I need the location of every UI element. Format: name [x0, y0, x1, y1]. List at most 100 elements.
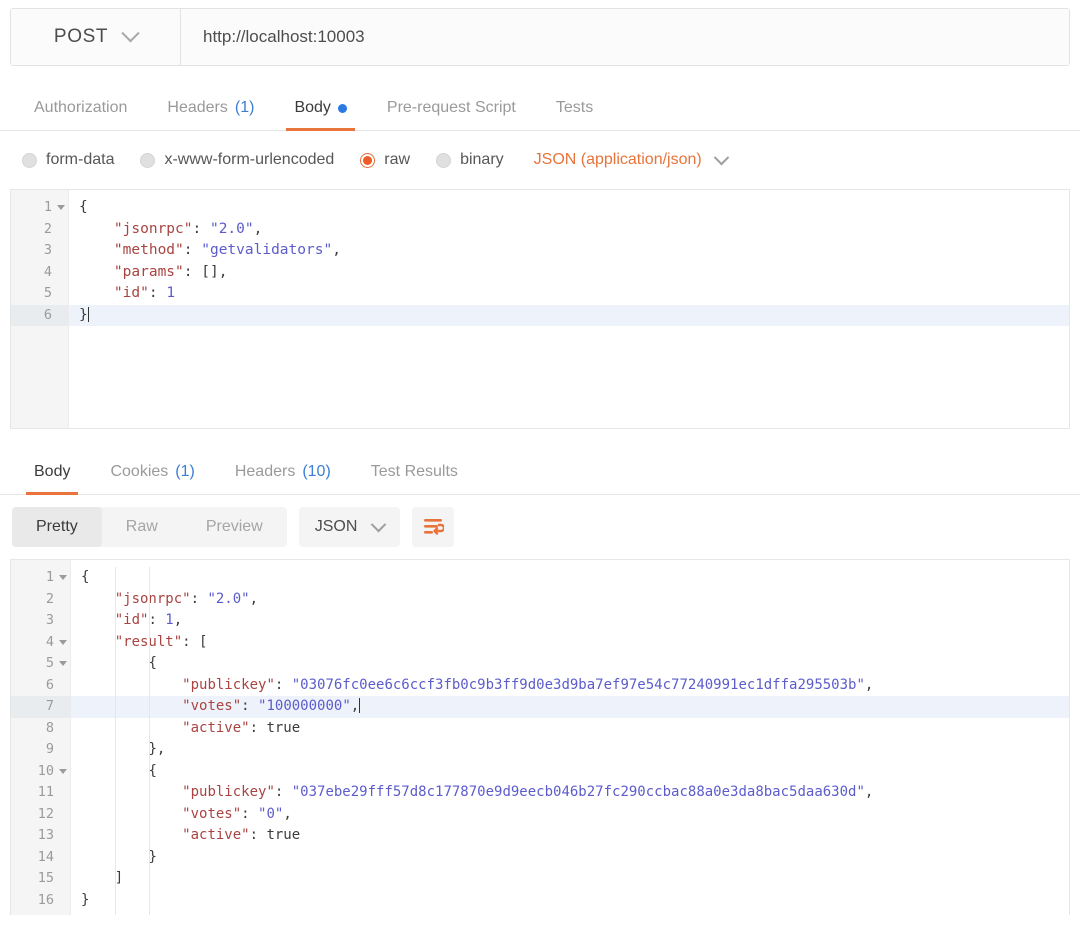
code-line: "publickey": "03076fc0ee6c6ccf3fb0c9b3ff… — [71, 675, 1069, 697]
http-method-dropdown[interactable]: POST — [11, 9, 181, 65]
response-tab-body[interactable]: Body — [14, 463, 90, 495]
line-number: 5 — [43, 285, 52, 301]
response-view-raw[interactable]: Raw — [102, 507, 182, 547]
code-token: { — [79, 199, 88, 215]
code-token: "publickey" — [182, 676, 275, 693]
code-token: : — [183, 263, 202, 280]
fold-arrow-icon[interactable] — [59, 661, 67, 666]
line-number: 9 — [45, 741, 54, 757]
code-token: "037ebe29fff57d8c177870e9d9eecb046b27fc2… — [291, 784, 865, 800]
body-type-label: form-data — [46, 151, 115, 168]
code-line: }, — [71, 739, 1069, 761]
word-wrap-toggle-button[interactable] — [412, 507, 455, 547]
code-token: }, — [148, 741, 166, 757]
text-cursor — [359, 698, 361, 713]
code-token: "votes" — [182, 698, 242, 714]
request-url-input[interactable] — [181, 9, 1069, 65]
request-tab-headers[interactable]: Headers (1) — [147, 99, 274, 130]
line-number: 10 — [11, 761, 70, 783]
response-tab-test-results[interactable]: Test Results — [351, 463, 478, 494]
code-token: "params" — [113, 263, 184, 280]
request-url-bar: POST — [10, 8, 1070, 66]
code-token: , — [332, 242, 341, 258]
fold-arrow-icon[interactable] — [59, 639, 67, 645]
code-token: : — [249, 719, 267, 736]
body-type-radio-form-data[interactable]: form-data — [22, 151, 114, 169]
code-token: : — [190, 590, 208, 607]
body-type-radio-x-www-form-urlencoded[interactable]: x-www-form-urlencoded — [140, 151, 334, 169]
request-tab-pre-request-script[interactable]: Pre-request Script — [367, 99, 536, 130]
code-token: , — [864, 784, 874, 800]
code-line: { — [71, 567, 1069, 589]
line-number: 11 — [37, 784, 54, 800]
text-cursor — [87, 306, 89, 322]
radio-icon — [360, 152, 376, 168]
body-type-radio-raw[interactable]: raw — [360, 151, 410, 169]
request-tab-bar: Authorization Headers (1) Body Pre-request S… — [0, 78, 1080, 131]
code-token: [] — [201, 263, 219, 280]
fold-arrow-icon[interactable] — [57, 205, 65, 210]
line-number: 13 — [37, 827, 54, 843]
code-line: "params": [], — [69, 262, 1069, 284]
response-format-dropdown[interactable]: JSON — [298, 507, 401, 547]
response-tab-cookies[interactable]: Cookies (1) — [90, 463, 214, 494]
content-type-dropdown[interactable]: JSON (application/json) — [533, 149, 730, 169]
tab-label: Headers — [234, 463, 296, 480]
tab-count: (10) — [302, 463, 331, 480]
request-editor-code[interactable]: { "jsonrpc": "2.0", "method": "getvalida… — [69, 190, 1069, 428]
word-wrap-icon — [424, 519, 445, 535]
body-type-radio-binary[interactable]: binary — [436, 151, 504, 169]
request-tab-tests[interactable]: Tests — [536, 99, 613, 130]
radio-icon — [140, 152, 156, 168]
code-token: : — [241, 805, 259, 822]
tab-count: (1) — [175, 463, 195, 480]
line-number: 3 — [43, 242, 52, 258]
response-view-pretty[interactable]: Pretty — [12, 507, 102, 547]
code-token: , — [218, 263, 228, 280]
code-token: } — [79, 306, 88, 323]
line-number: 14 — [37, 848, 54, 865]
content-type-label: JSON (application/json) — [533, 151, 702, 168]
response-tab-headers[interactable]: Headers (10) — [215, 463, 351, 494]
code-token: "publickey" — [182, 784, 275, 800]
body-type-label: x-www-form-urlencoded — [164, 151, 335, 168]
tab-label: Pre-request Script — [386, 99, 516, 116]
code-token: : — [192, 220, 210, 237]
line-number: 6 — [11, 304, 68, 326]
tab-label: Cookies — [110, 463, 169, 480]
line-number: 1 — [11, 567, 70, 589]
indent-guide — [115, 567, 116, 915]
code-token: : — [274, 676, 292, 693]
line-number: 4 — [11, 632, 70, 654]
code-token: : — [183, 242, 202, 258]
code-line: { — [71, 761, 1069, 783]
code-token: "2.0" — [209, 220, 254, 237]
code-token: , — [350, 698, 360, 714]
fold-arrow-icon[interactable] — [59, 768, 67, 774]
response-editor-code[interactable]: { "jsonrpc": "2.0", "id": 1, "result": [… — [71, 560, 1069, 915]
response-format-label: JSON — [314, 518, 358, 535]
line-number: 2 — [45, 590, 54, 607]
code-token: true — [266, 827, 301, 843]
body-type-label: raw — [384, 151, 411, 168]
body-modified-dot-icon — [337, 104, 347, 113]
code-line: { — [69, 197, 1069, 219]
body-type-label: binary — [460, 151, 504, 168]
request-body-editor[interactable]: 123456 { "jsonrpc": "2.0", "method": "ge… — [10, 189, 1070, 429]
fold-arrow-icon[interactable] — [59, 575, 67, 580]
response-view-preview[interactable]: Preview — [182, 507, 287, 547]
response-body-editor[interactable]: 1 2 3 4 5 6 7 8 9 10 11 12 13 14 15 16 { "jsonrpc": "2.… — [10, 559, 1070, 915]
response-tab-bar: Body Cookies (1) Headers (10) Test Results — [0, 443, 1080, 495]
code-token: : — [249, 827, 267, 843]
code-token: : — [182, 633, 200, 650]
request-tab-body[interactable]: Body — [274, 99, 366, 131]
request-tab-authorization[interactable]: Authorization — [14, 99, 147, 130]
code-token: 1 — [165, 612, 174, 628]
code-token: "id" — [114, 612, 149, 628]
response-view-mode-group: Pretty Raw Preview — [12, 507, 287, 547]
